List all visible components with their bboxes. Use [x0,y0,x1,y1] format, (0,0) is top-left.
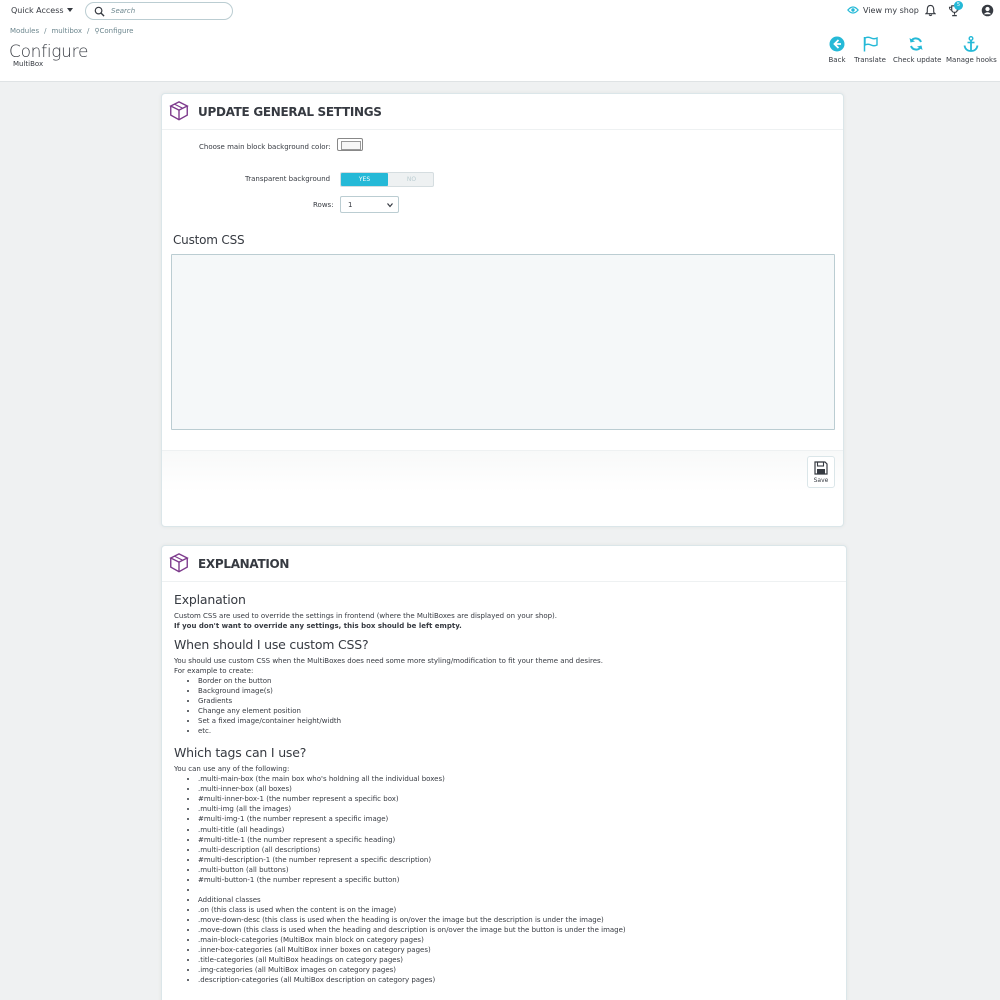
panel-heading: UPDATE GENERAL SETTINGS [162,94,843,130]
breadcrumb-multibox[interactable]: multibox [51,27,82,35]
save-label: Save [813,477,829,484]
refresh-icon [909,37,923,51]
check-update-button[interactable]: Check update [893,36,942,64]
list-item: .description-categories (all MultiBox de… [198,975,834,985]
list-item: .img-categories (all MultiBox images on … [198,965,834,975]
list-item: .main-block-categories (MultiBox main bl… [198,935,834,945]
anchor-icon [963,36,979,52]
list-item: #multi-img-1 (the number represent a spe… [198,814,834,824]
switch-no[interactable]: NO [388,173,435,186]
quick-access-label: Quick Access [11,6,64,15]
floppy-disk-icon [814,461,828,475]
panel-footer [162,450,843,492]
view-my-shop-link[interactable]: View my shop [847,5,919,15]
back-button[interactable]: Back [826,36,848,64]
panel-title: EXPLANATION [198,557,290,571]
rows-label: Rows: [313,201,334,209]
list-item: .multi-button (all buttons) [198,865,834,875]
list-item: Set a fixed image/container height/width [198,716,834,726]
top-bar: Quick Access View my shop 5 [0,0,1000,22]
transparent-bg-switch[interactable]: YES NO [340,172,434,187]
page-title: Configure [9,42,89,62]
eye-icon [847,6,859,14]
list-item: .multi-title (all headings) [198,825,834,835]
list-item: #multi-title-1 (the number represent a s… [198,835,834,845]
list-item: Additional classes [198,895,834,905]
tags-intro: You can use any of the following: [174,765,290,774]
list-item: .inner-box-categories (all MultiBox inne… [198,945,834,955]
bg-color-label: Choose main block background color: [199,143,331,151]
list-item: #multi-inner-box-1 (the number represent… [198,794,834,804]
search-icon[interactable] [94,6,105,17]
list-item: Change any element position [198,706,834,716]
flag-icon [863,36,878,52]
explanation-note: If you don't want to override any settin… [174,622,462,630]
transparent-bg-label: Transparent background [245,175,331,183]
manage-hooks-label: Manage hooks [946,56,997,64]
list-item: .move-down-desc (this class is used when… [198,915,834,925]
list-item: .multi-description (all descriptions) [198,845,834,855]
list-item: Border on the button [198,676,834,686]
rows-select-value: 1 [348,201,353,209]
box-icon [169,553,189,573]
bell-icon[interactable] [925,4,936,17]
when-heading: When should I use custom CSS? [174,637,369,652]
back-label: Back [828,56,846,64]
update-general-settings-panel: UPDATE GENERAL SETTINGS Choose main bloc… [161,93,844,527]
check-update-label: Check update [893,56,942,64]
list-item: #multi-button-1 (the number represent a … [198,875,834,885]
breadcrumb-modules[interactable]: Modules [10,27,39,35]
tags-heading: Which tags can I use? [174,745,307,761]
panel-heading: EXPLANATION [162,546,846,582]
panel-title: UPDATE GENERAL SETTINGS [198,105,382,119]
notification-badge: 5 [954,1,963,10]
search-input[interactable] [111,5,226,17]
user-account-icon[interactable] [981,4,994,17]
translate-button[interactable]: Translate [852,36,888,64]
list-item: Gradients [198,696,834,706]
switch-yes[interactable]: YES [341,173,388,186]
bg-color-picker[interactable] [337,138,363,151]
tags-list: .multi-main-box (the main box who's hold… [174,774,834,985]
list-item: .on (this class is used when the content… [198,905,834,915]
explanation-panel: EXPLANATION Explanation Custom CSS are u… [161,545,847,1000]
examples-list: Border on the button Background image(s)… [174,676,834,736]
example-intro: For example to create: [174,667,254,675]
manage-hooks-button[interactable]: Manage hooks [946,36,997,64]
list-item: .move-down (this class is used when the … [198,925,834,935]
list-item: etc. [198,726,834,736]
view-my-shop-label: View my shop [863,6,919,15]
list-item: .multi-main-box (the main box who's hold… [198,774,834,784]
list-item: .multi-img (all the images) [198,804,834,814]
save-button[interactable]: Save [807,456,835,488]
page-header: Modules / multibox / ⚲Configure Configure Mu… [0,22,1000,82]
custom-css-title: Custom CSS [173,233,245,247]
box-icon [169,101,189,121]
explanation-paragraph: Custom CSS are used to override the sett… [174,612,558,620]
arrow-left-circle-icon [829,36,845,52]
search-box[interactable] [85,2,233,20]
when-paragraph: You should use custom CSS when the Multi… [174,657,603,665]
explanation-content: Explanation Custom CSS are used to overr… [174,592,834,985]
chevron-down-icon [387,203,393,208]
caret-down-icon [66,8,73,12]
explanation-heading: Explanation [174,592,246,607]
list-item: #multi-description-1 (the number represe… [198,855,834,865]
quick-access-dropdown[interactable]: Quick Access [11,6,73,15]
rows-select[interactable]: 1 [340,196,399,213]
translate-label: Translate [854,56,886,64]
breadcrumb: Modules / multibox / ⚲Configure [10,27,134,35]
list-item: Background image(s) [198,686,834,696]
list-item: ​ [198,885,834,895]
list-item: .title-categories (all MultiBox headings… [198,955,834,965]
custom-css-textarea[interactable] [171,254,835,430]
breadcrumb-configure: Configure [99,27,134,35]
page-subtitle: MultiBox [13,60,44,68]
list-item: .multi-inner-box (all boxes) [198,784,834,794]
